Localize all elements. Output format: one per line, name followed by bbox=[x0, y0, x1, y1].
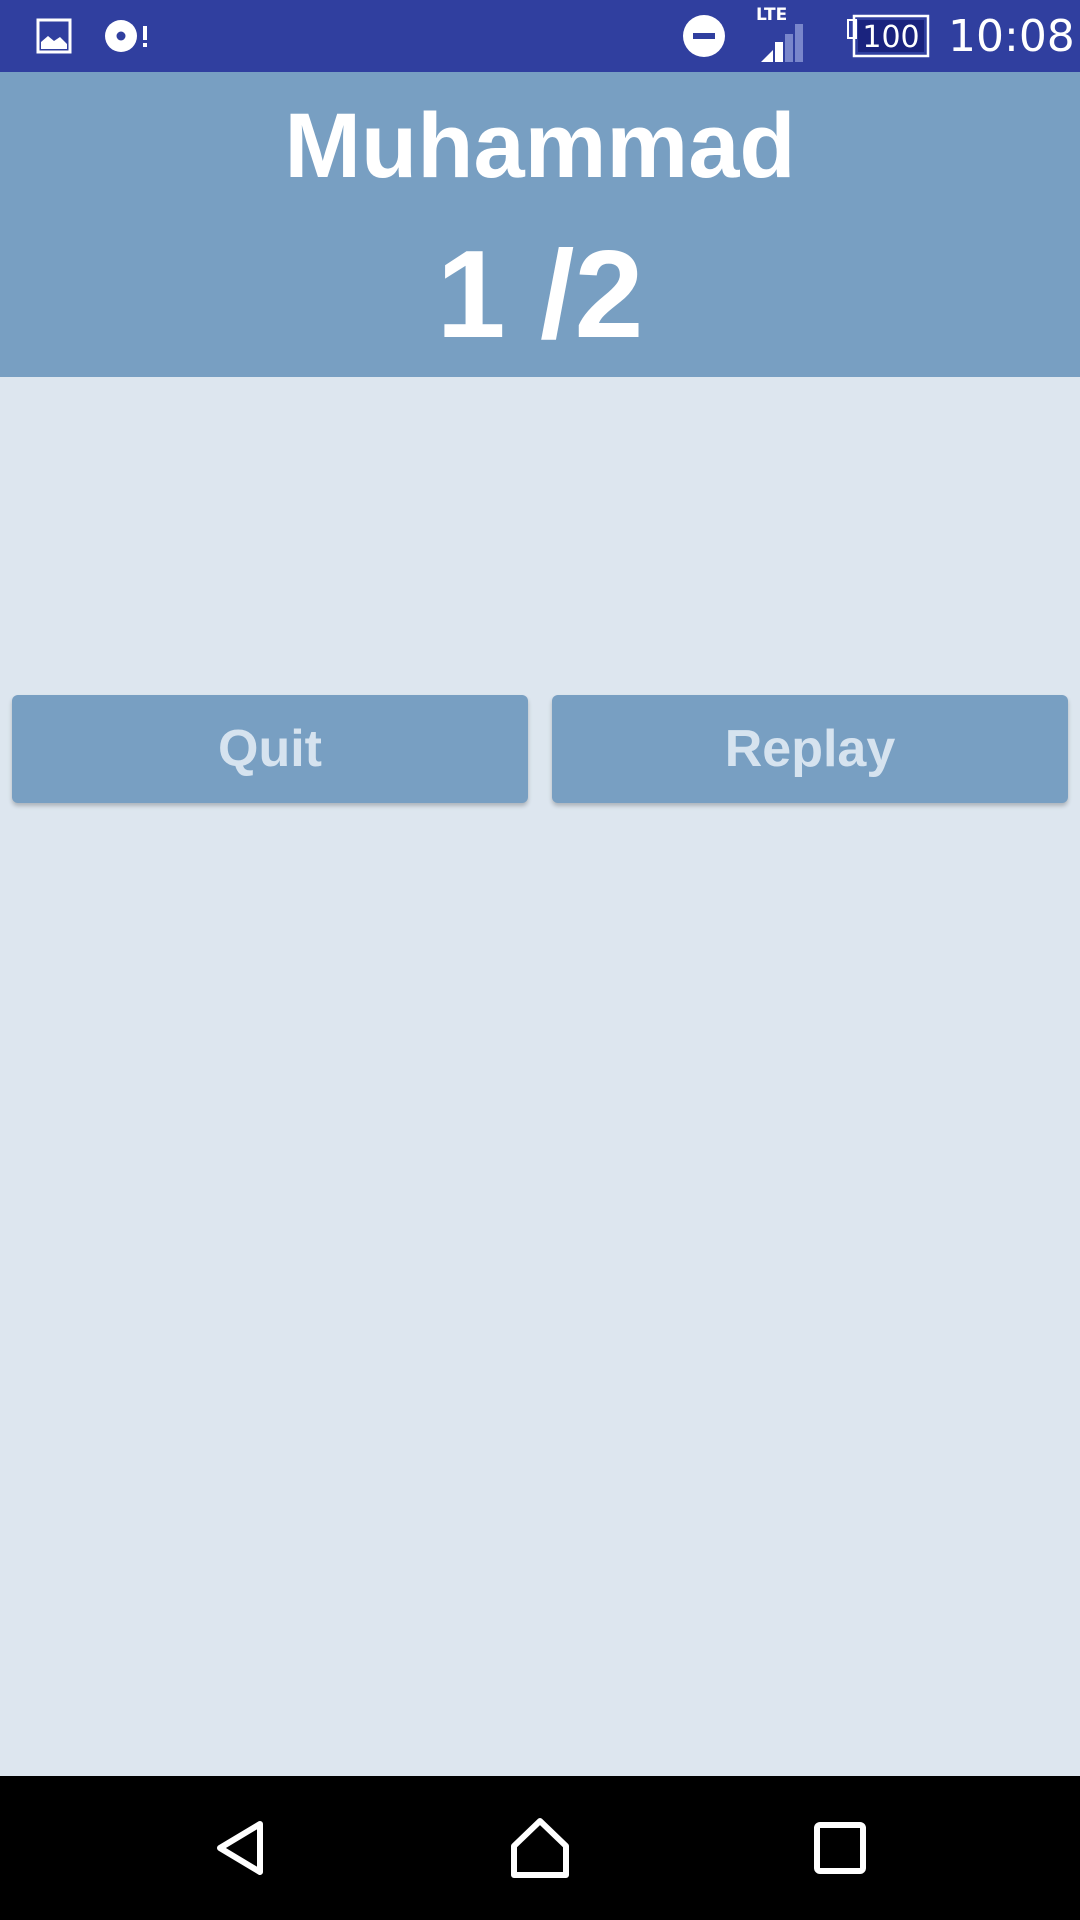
status-bar: LTE 100 10:08 bbox=[0, 0, 1080, 72]
player-name: Muhammad bbox=[284, 95, 796, 197]
screen: LTE 100 10:08 Muhammad 1 /2 Quit Replay bbox=[0, 0, 1080, 1920]
recents-button[interactable] bbox=[780, 1776, 900, 1920]
recents-icon bbox=[814, 1822, 866, 1874]
network-type-label: LTE bbox=[756, 6, 787, 25]
replay-button[interactable]: Replay bbox=[552, 695, 1068, 803]
score-header: Muhammad 1 /2 bbox=[0, 72, 1080, 377]
home-button[interactable] bbox=[480, 1776, 600, 1920]
score-display: 1 /2 bbox=[436, 226, 644, 364]
disc-alert-icon bbox=[104, 0, 150, 72]
do-not-disturb-icon bbox=[682, 0, 726, 72]
back-icon bbox=[217, 1821, 263, 1875]
battery-level: 100 bbox=[862, 20, 919, 55]
image-icon bbox=[36, 0, 72, 72]
clock: 10:08 bbox=[948, 10, 1075, 62]
home-icon bbox=[511, 1818, 569, 1878]
signal-icon: LTE bbox=[756, 0, 812, 72]
battery-icon: 100 bbox=[846, 0, 930, 72]
quit-button[interactable]: Quit bbox=[12, 695, 528, 803]
navigation-bar bbox=[0, 1776, 1080, 1920]
back-button[interactable] bbox=[180, 1776, 300, 1920]
